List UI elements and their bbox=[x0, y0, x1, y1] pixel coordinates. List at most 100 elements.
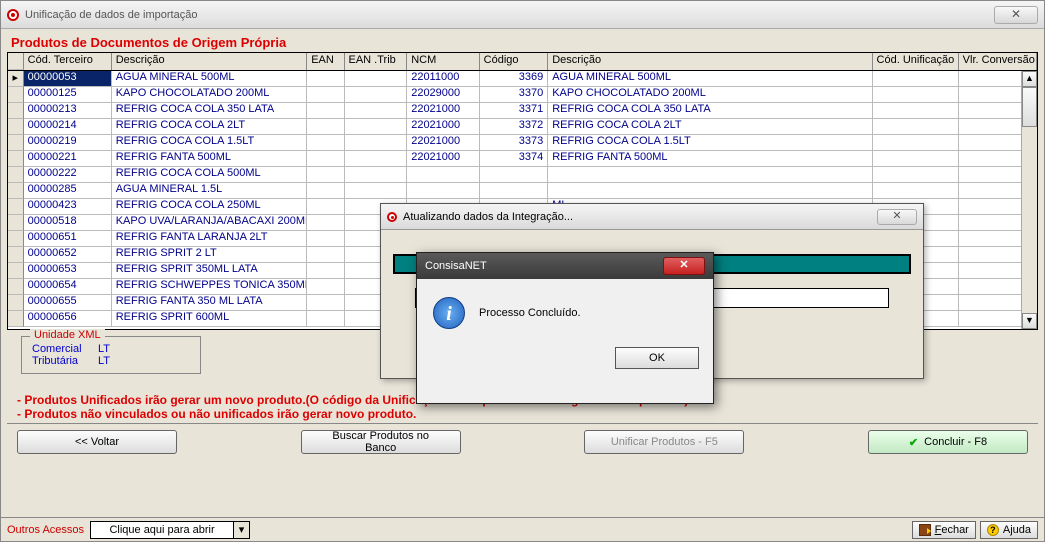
outros-acessos-input[interactable] bbox=[91, 522, 233, 538]
cell[interactable]: 00000221 bbox=[24, 151, 112, 167]
col-ean[interactable]: EAN bbox=[307, 53, 344, 70]
cell[interactable] bbox=[873, 167, 959, 183]
cell[interactable]: 3369 bbox=[480, 71, 549, 87]
unificar-produtos-button[interactable]: Unificar Produtos - F5 bbox=[584, 430, 744, 454]
cell[interactable]: 00000214 bbox=[24, 119, 112, 135]
cell[interactable]: AGUA MINERAL 500ML bbox=[548, 71, 872, 87]
cell[interactable] bbox=[345, 87, 408, 103]
cell[interactable]: REFRIG FANTA 500ML bbox=[112, 151, 307, 167]
cell[interactable]: 22021000 bbox=[407, 135, 479, 151]
chevron-down-icon[interactable]: ▾ bbox=[233, 522, 249, 538]
cell[interactable]: REFRIG SPRIT 600ML bbox=[112, 311, 307, 327]
cell[interactable] bbox=[307, 231, 344, 247]
cell[interactable] bbox=[307, 199, 344, 215]
cell[interactable] bbox=[307, 247, 344, 263]
cell[interactable]: 00000125 bbox=[24, 87, 112, 103]
cell[interactable] bbox=[873, 151, 959, 167]
cell[interactable]: 3372 bbox=[480, 119, 549, 135]
cell[interactable] bbox=[307, 103, 344, 119]
cell[interactable] bbox=[307, 295, 344, 311]
cell[interactable]: 00000654 bbox=[24, 279, 112, 295]
cell[interactable] bbox=[307, 279, 344, 295]
cell[interactable]: KAPO CHOCOLATADO 200ML bbox=[548, 87, 872, 103]
message-dialog-close-button[interactable]: ✕ bbox=[663, 257, 705, 275]
cell[interactable] bbox=[307, 167, 344, 183]
cell[interactable]: REFRIG COCA COLA 1.5LT bbox=[548, 135, 872, 151]
window-close-button[interactable]: ✕ bbox=[994, 6, 1038, 24]
table-row[interactable]: 00000214REFRIG COCA COLA 2LT220210003372… bbox=[8, 119, 1037, 135]
cell[interactable]: AGUA MINERAL 1.5L bbox=[112, 183, 307, 199]
table-row[interactable]: 00000213REFRIG COCA COLA 350 LATA2202100… bbox=[8, 103, 1037, 119]
ok-button[interactable]: OK bbox=[615, 347, 699, 369]
table-row[interactable]: 00000219REFRIG COCA COLA 1.5LT2202100033… bbox=[8, 135, 1037, 151]
cell[interactable]: 3374 bbox=[480, 151, 549, 167]
cell[interactable] bbox=[480, 183, 549, 199]
cell[interactable] bbox=[345, 167, 408, 183]
cell[interactable]: 00000222 bbox=[24, 167, 112, 183]
cell[interactable] bbox=[873, 135, 959, 151]
cell[interactable] bbox=[480, 167, 549, 183]
cell[interactable]: REFRIG COCA COLA 350 LATA bbox=[112, 103, 307, 119]
cell[interactable] bbox=[407, 167, 479, 183]
outros-acessos-combo[interactable]: ▾ bbox=[90, 521, 250, 539]
cell[interactable]: 00000213 bbox=[24, 103, 112, 119]
cell[interactable] bbox=[307, 119, 344, 135]
cell[interactable]: 00000656 bbox=[24, 311, 112, 327]
cell[interactable]: REFRIG COCA COLA 2LT bbox=[112, 119, 307, 135]
scroll-down-icon[interactable]: ▼ bbox=[1022, 313, 1037, 329]
cell[interactable]: REFRIG SPRIT 350ML LATA bbox=[112, 263, 307, 279]
cell[interactable] bbox=[407, 183, 479, 199]
cell[interactable] bbox=[307, 311, 344, 327]
cell[interactable]: 00000652 bbox=[24, 247, 112, 263]
grid-scrollbar[interactable]: ▲ ▼ bbox=[1021, 71, 1037, 329]
cell[interactable]: REFRIG COCA COLA 1.5LT bbox=[112, 135, 307, 151]
cell[interactable]: 00000518 bbox=[24, 215, 112, 231]
cell[interactable]: 3370 bbox=[480, 87, 549, 103]
col-ean-trib[interactable]: EAN .Trib bbox=[345, 53, 408, 70]
table-row[interactable]: 00000125KAPO CHOCOLATADO 200ML2202900033… bbox=[8, 87, 1037, 103]
cell[interactable]: 00000053 bbox=[24, 71, 112, 87]
cell[interactable]: REFRIG COCA COLA 350 LATA bbox=[548, 103, 872, 119]
ajuda-button[interactable]: ?Ajuda bbox=[980, 521, 1038, 539]
cell[interactable] bbox=[345, 119, 408, 135]
col-descricao[interactable]: Descrição bbox=[112, 53, 307, 70]
col-vlr-conversao[interactable]: Vlr. Conversão bbox=[959, 53, 1037, 70]
progress-dialog-close-button[interactable]: ✕ bbox=[877, 209, 917, 225]
cell[interactable] bbox=[307, 87, 344, 103]
cell[interactable] bbox=[345, 135, 408, 151]
col-cod-terceiro[interactable]: Cód. Terceiro bbox=[24, 53, 112, 70]
cell[interactable]: REFRIG COCA COLA 2LT bbox=[548, 119, 872, 135]
cell[interactable]: 22021000 bbox=[407, 103, 479, 119]
col-ncm[interactable]: NCM bbox=[407, 53, 479, 70]
cell[interactable]: REFRIG COCA COLA 250ML bbox=[112, 199, 307, 215]
cell[interactable]: REFRIG FANTA 500ML bbox=[548, 151, 872, 167]
cell[interactable] bbox=[873, 183, 959, 199]
col-cod-unificacao[interactable]: Cód. Unificação bbox=[873, 53, 959, 70]
cell[interactable] bbox=[873, 119, 959, 135]
cell[interactable] bbox=[873, 103, 959, 119]
cell[interactable] bbox=[307, 183, 344, 199]
cell[interactable]: 00000653 bbox=[24, 263, 112, 279]
table-row[interactable]: 00000221REFRIG FANTA 500ML220210003374RE… bbox=[8, 151, 1037, 167]
cell[interactable] bbox=[307, 263, 344, 279]
cell[interactable]: 00000655 bbox=[24, 295, 112, 311]
cell[interactable] bbox=[307, 151, 344, 167]
cell[interactable]: 00000219 bbox=[24, 135, 112, 151]
cell[interactable] bbox=[548, 167, 872, 183]
concluir-button[interactable]: ✔Concluir - F8 bbox=[868, 430, 1028, 454]
table-row[interactable]: 00000222REFRIG COCA COLA 500ML bbox=[8, 167, 1037, 183]
scroll-thumb[interactable] bbox=[1022, 87, 1037, 127]
scroll-up-icon[interactable]: ▲ bbox=[1022, 71, 1037, 87]
cell[interactable]: 00000651 bbox=[24, 231, 112, 247]
table-row[interactable]: ▸00000053AGUA MINERAL 500ML220110003369A… bbox=[8, 71, 1037, 87]
cell[interactable] bbox=[548, 183, 872, 199]
cell[interactable]: KAPO UVA/LARANJA/ABACAXI 200ML bbox=[112, 215, 307, 231]
cell[interactable]: 22021000 bbox=[407, 119, 479, 135]
cell[interactable] bbox=[307, 135, 344, 151]
cell[interactable]: 00000285 bbox=[24, 183, 112, 199]
voltar-button[interactable]: << Voltar bbox=[17, 430, 177, 454]
col-descricao2[interactable]: Descrição bbox=[548, 53, 872, 70]
buscar-produtos-button[interactable]: Buscar Produtos no Banco bbox=[301, 430, 461, 454]
cell[interactable]: 00000423 bbox=[24, 199, 112, 215]
cell[interactable]: AGUA MINERAL 500ML bbox=[112, 71, 307, 87]
